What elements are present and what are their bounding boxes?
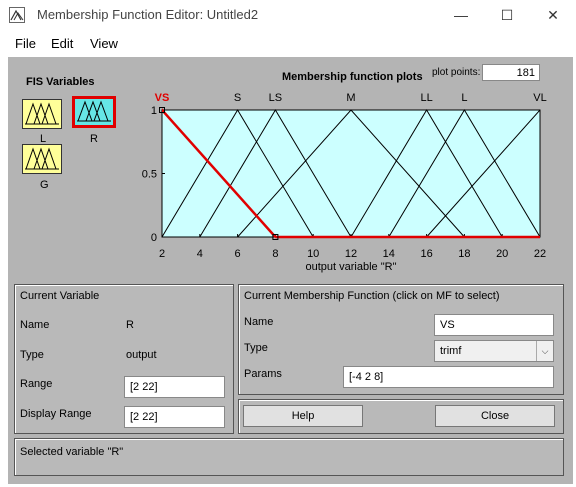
mf-label-S: S — [234, 92, 241, 104]
menu-view[interactable]: View — [90, 36, 118, 51]
mf-label-VL: VL — [533, 92, 546, 104]
y-tick-label: 1 — [151, 105, 157, 117]
mf-name-label: Name — [244, 316, 274, 328]
mf-icon — [25, 102, 59, 125]
fis-variables-heading: FIS Variables — [26, 76, 95, 88]
x-tick-label: 8 — [272, 248, 278, 260]
menu-edit[interactable]: Edit — [51, 36, 73, 51]
plot-points-input[interactable]: 181 — [482, 64, 540, 81]
x-tick-label: 10 — [307, 248, 319, 260]
mf-type-dropdown[interactable]: trimf ⌵ — [434, 340, 554, 362]
fis-var-input-L[interactable] — [22, 99, 62, 129]
x-tick-label: 14 — [383, 248, 395, 260]
maximize-button[interactable]: ☐ — [484, 0, 530, 30]
mf-label-LS: LS — [269, 92, 282, 104]
display-range-field[interactable]: [2 22] — [124, 406, 225, 428]
window-edge — [0, 57, 8, 487]
membership-function-chart[interactable]: 2 4 6 8 10 12 14 16 18 20 2200.51VS S LS M LL L VLoutput… — [140, 82, 560, 282]
mf-params-label: Params — [244, 368, 282, 380]
matlab-app-icon — [9, 7, 25, 23]
fis-var-output-R[interactable] — [72, 96, 116, 128]
close-window-button[interactable]: ✕ — [530, 0, 576, 30]
help-button[interactable]: Help — [243, 405, 363, 427]
minimize-button[interactable]: — — [438, 0, 484, 30]
y-tick-label: 0 — [151, 232, 157, 244]
status-text: Selected variable "R" — [20, 446, 124, 458]
variable-name-label: Name — [20, 319, 50, 331]
mf-type-label: Type — [244, 342, 268, 354]
current-mf-heading: Current Membership Function (click on MF… — [244, 290, 500, 302]
x-tick-label: 22 — [534, 248, 546, 260]
title-bar: Membership Function Editor: Untitled2 — … — [0, 0, 576, 30]
x-tick-label: 18 — [458, 248, 470, 260]
mf-params-field[interactable]: [-4 2 8] — [343, 366, 554, 388]
x-tick-label: 16 — [420, 248, 432, 260]
fis-var-input-G[interactable] — [22, 144, 62, 174]
y-tick-label: 0.5 — [142, 169, 157, 181]
mf-label-L: L — [461, 92, 467, 104]
mf-icon — [25, 147, 59, 170]
variable-type-label: Type — [20, 349, 44, 361]
variable-type-value: output — [126, 349, 157, 361]
menu-bar: File Edit View — [0, 30, 576, 57]
variable-name-value: R — [126, 319, 134, 331]
range-label: Range — [20, 378, 53, 390]
chevron-down-icon: ⌵ — [536, 341, 553, 361]
x-tick-label: 2 — [159, 248, 165, 260]
menu-file[interactable]: File — [15, 36, 36, 51]
x-tick-label: 12 — [345, 248, 357, 260]
mf-label-VS: VS — [155, 92, 170, 104]
fis-var-label-R: R — [90, 133, 98, 145]
current-variable-heading: Current Variable — [20, 290, 100, 302]
range-field[interactable]: [2 22] — [124, 376, 225, 398]
x-tick-label: 6 — [235, 248, 241, 260]
mf-type-value: trimf — [440, 345, 462, 357]
mf-label-LL: LL — [420, 92, 432, 104]
x-tick-label: 4 — [197, 248, 203, 260]
x-tick-label: 20 — [496, 248, 508, 260]
window-title: Membership Function Editor: Untitled2 — [37, 7, 259, 22]
x-axis-label: output variable "R" — [306, 261, 397, 273]
display-range-label: Display Range — [20, 408, 92, 420]
plot-points-label: plot points: — [432, 67, 481, 78]
mf-name-field[interactable]: VS — [434, 314, 554, 336]
mf-label-M: M — [346, 92, 355, 104]
close-button[interactable]: Close — [435, 405, 555, 427]
mf-icon — [77, 100, 111, 122]
fis-var-label-G: G — [40, 179, 49, 191]
